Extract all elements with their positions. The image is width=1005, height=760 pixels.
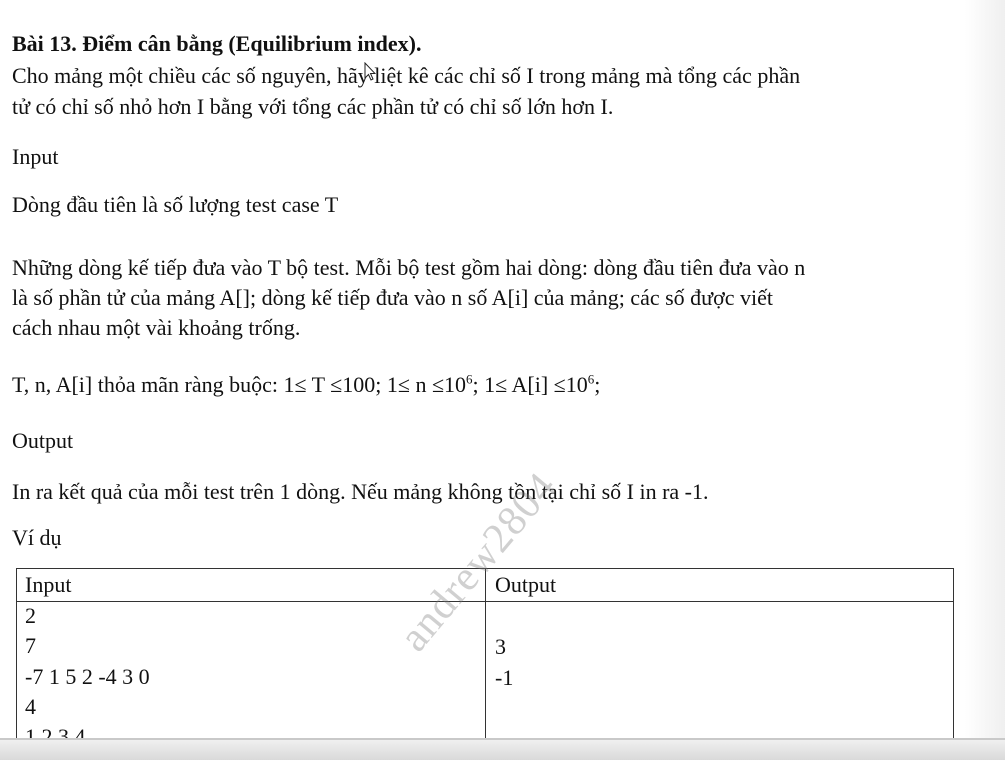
output-description: In ra kết quả của mỗi test trên 1 dòng. … xyxy=(12,479,709,504)
input-paragraph-line-3: cách nhau một vài khoảng trống. xyxy=(12,315,301,340)
problem-title: Bài 13. Điểm cân bằng (Equilibrium index… xyxy=(12,31,422,56)
input-heading: Input xyxy=(12,144,59,169)
bottom-bar-separator xyxy=(0,738,1005,740)
description-line-1: Cho mảng một chiều các số nguyên, hãy li… xyxy=(12,63,801,88)
table-input-line: 7 xyxy=(25,633,36,658)
table-input-line: 4 xyxy=(25,694,36,719)
input-paragraph-line-1: Những dòng kế tiếp đưa vào T bộ test. Mỗ… xyxy=(12,255,806,280)
bottom-scroll-bar[interactable] xyxy=(0,738,1005,760)
right-edge-shadow xyxy=(965,0,1005,760)
constraints-middle: ; 1≤ A[i] ≤10 xyxy=(472,372,588,397)
table-output-line: -1 xyxy=(495,665,514,690)
table-input-line: 2 xyxy=(25,603,36,628)
table-header-output: Output xyxy=(495,572,557,597)
constraints-suffix: ; xyxy=(594,372,601,397)
description-line-2: tử có chỉ số nhỏ hơn I bằng với tổng các… xyxy=(12,94,614,119)
table-output-line: 3 xyxy=(495,634,506,659)
example-table: Input Output 2 7 -7 1 5 2 -4 3 0 4 1 2 3… xyxy=(16,568,954,750)
input-paragraph-line-2: là số phần tử của mảng A[]; dòng kế tiếp… xyxy=(12,285,773,310)
mouse-cursor-icon xyxy=(364,62,376,81)
output-heading: Output xyxy=(12,428,74,453)
table-header-divider xyxy=(17,601,953,602)
table-input-line: -7 1 5 2 -4 3 0 xyxy=(25,664,150,689)
table-column-divider xyxy=(485,569,486,749)
input-first-line: Dòng đầu tiên là số lượng test case T xyxy=(12,192,339,217)
example-heading: Ví dụ xyxy=(12,525,62,550)
table-header-input: Input xyxy=(25,572,72,597)
document: Bài 13. Điểm cân bằng (Equilibrium index… xyxy=(12,0,997,760)
constraints-line: T, n, A[i] thỏa mãn ràng buộc: 1≤ T ≤100… xyxy=(12,372,600,398)
constraints-prefix: T, n, A[i] thỏa mãn ràng buộc: 1≤ T ≤100… xyxy=(12,372,467,397)
